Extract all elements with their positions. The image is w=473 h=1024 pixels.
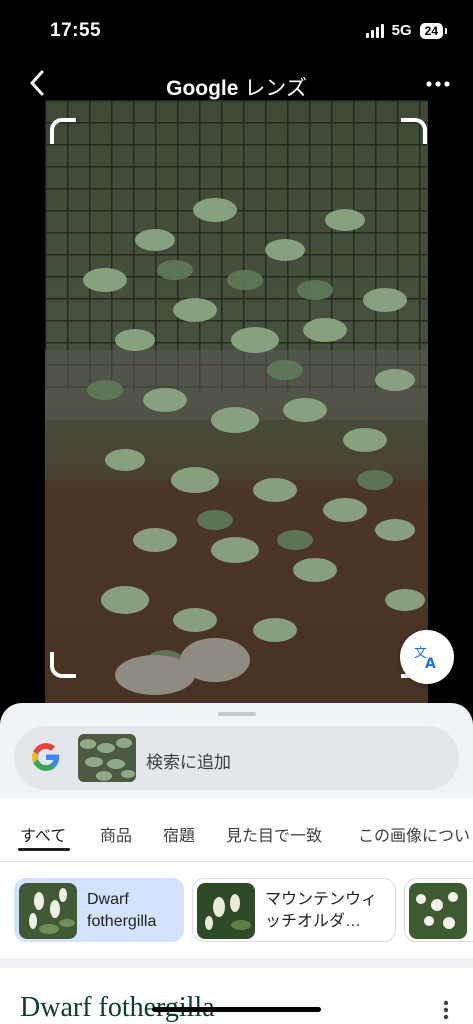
plant-photo-image (45, 100, 428, 710)
chip-thumbnail (197, 883, 255, 939)
active-tab-indicator (18, 848, 70, 851)
translate-button[interactable]: 文 A (400, 630, 454, 684)
result-more-button[interactable] (436, 998, 456, 1022)
battery-level: 24 (424, 23, 438, 38)
battery-icon: 24 (419, 22, 448, 39)
suggestion-chip-dwarf-fothergilla[interactable]: Dwarf fothergilla (14, 878, 184, 942)
result-tabs: すべて 商品 宿題 見た目で一致 この画像につい (0, 798, 473, 860)
crop-corner-top-right[interactable] (401, 118, 427, 144)
signal-icon (365, 23, 384, 38)
tabs-divider (0, 861, 473, 862)
sheet-drag-handle[interactable] (218, 712, 256, 716)
status-bar: 17:55 5G 24 (0, 0, 473, 60)
section-divider (0, 958, 473, 968)
tab-homework[interactable]: 宿題 (163, 822, 195, 846)
crop-corner-bottom-left[interactable] (50, 652, 76, 678)
more-vertical-icon (443, 1000, 449, 1020)
chip-label: マウンテンウィッチオルダ… (265, 891, 378, 930)
crop-corner-top-left[interactable] (50, 118, 76, 144)
title-brand: Google (166, 77, 239, 100)
translate-icon: 文 A (414, 646, 436, 670)
more-horizontal-icon (426, 81, 450, 87)
tab-visual-matches[interactable]: 見た目で一致 (226, 822, 322, 846)
page-title: Google レンズ (0, 72, 473, 102)
chip-thumbnail (409, 883, 467, 939)
google-g-logo (32, 743, 60, 771)
svg-text:A: A (425, 656, 436, 670)
chip-thumbnail (19, 883, 77, 939)
suggestion-chip-mountain-witch-alder[interactable]: マウンテンウィッチオルダ… (192, 878, 396, 942)
captured-photo[interactable] (45, 100, 428, 710)
tab-all[interactable]: すべて (20, 822, 66, 846)
more-options-button[interactable] (423, 70, 453, 98)
search-thumbnail (78, 734, 136, 782)
suggestion-chip-partial[interactable] (404, 878, 473, 942)
title-suffix: レンズ (244, 77, 307, 100)
results-sheet: 検索に追加 すべて 商品 宿題 見た目で一致 この画像につい Dwarf fot… (0, 703, 473, 1024)
status-indicators: 5G 24 (365, 22, 448, 39)
results-panel: すべて 商品 宿題 見た目で一致 この画像につい Dwarf fothergil… (0, 798, 473, 1024)
tab-about-this-image[interactable]: この画像につい (358, 822, 470, 846)
chip-label: Dwarf fothergilla (87, 891, 157, 930)
network-type: 5G (391, 22, 412, 39)
add-to-search-label: 検索に追加 (146, 753, 231, 772)
tab-products[interactable]: 商品 (100, 822, 132, 846)
status-time: 17:55 (50, 20, 102, 41)
home-indicator[interactable] (152, 1007, 321, 1012)
add-to-search-bar[interactable]: 検索に追加 (14, 726, 459, 790)
